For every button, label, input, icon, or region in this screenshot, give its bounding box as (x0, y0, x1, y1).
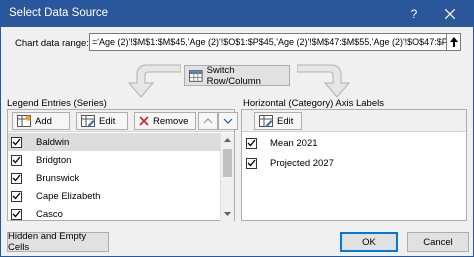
legend-scrollbar[interactable] (220, 133, 234, 221)
axis-labels-panel: Edit Mean 2021 Projected 2027 (241, 109, 467, 221)
edit-series-button[interactable]: Edit (76, 112, 128, 130)
series-checkbox[interactable] (11, 154, 22, 166)
scroll-down-button[interactable] (221, 207, 234, 221)
checkmark-icon (247, 159, 256, 167)
list-item[interactable]: Baldwin (8, 133, 234, 151)
remove-x-icon (139, 116, 149, 126)
edit-label: Edit (277, 115, 294, 127)
range-collapse-button[interactable] (447, 33, 461, 51)
left-curved-arrow-icon (127, 64, 181, 98)
select-data-source-dialog: Select Data Source ? Chart data range: =… (0, 0, 474, 257)
edit-table-icon (259, 115, 273, 127)
axis-label-text: Projected 2027 (270, 157, 334, 169)
title-bar: Select Data Source ? (1, 1, 473, 27)
checkmark-icon (12, 156, 21, 164)
series-label: Casco (36, 208, 63, 220)
add-series-button[interactable]: Add (12, 112, 70, 130)
checkmark-icon (12, 174, 21, 182)
checkmark-icon (12, 210, 21, 218)
move-down-button[interactable] (218, 112, 238, 130)
scroll-down-arrow-icon (224, 212, 231, 216)
collapse-arrow-icon (449, 37, 458, 47)
chart-data-range-label: Chart data range: (15, 38, 89, 49)
series-checkbox[interactable] (11, 208, 22, 220)
list-item[interactable]: Casco (8, 205, 234, 223)
axis-label-text: Mean 2021 (270, 137, 318, 149)
legend-toolbar: Add Edit Remove (8, 110, 238, 132)
list-item[interactable]: Cape Elizabeth (8, 187, 234, 205)
edit-axis-labels-button[interactable]: Edit (254, 112, 302, 130)
edit-table-icon (81, 115, 95, 127)
series-checkbox[interactable] (11, 136, 22, 148)
axis-labels-label: Horizontal (Category) Axis Labels (243, 98, 384, 109)
axis-labels-list: Mean 2021 Projected 2027 (242, 133, 466, 173)
checkmark-icon (247, 139, 256, 147)
chevron-down-icon (223, 118, 233, 124)
legend-entries-list: Baldwin Bridgton Brunswick Cape Elizabet… (8, 133, 234, 223)
dialog-title: Select Data Source (9, 7, 109, 19)
scrollbar-thumb[interactable] (223, 149, 232, 177)
cancel-button[interactable]: Cancel (407, 232, 469, 252)
remove-series-button[interactable]: Remove (134, 112, 196, 130)
move-up-button[interactable] (198, 112, 218, 130)
list-item[interactable]: Brunswick (8, 169, 234, 187)
switch-row-column-button[interactable]: Switch Row/Column (184, 64, 290, 87)
list-item[interactable]: Bridgton (8, 151, 234, 169)
scroll-up-arrow-icon (224, 138, 231, 142)
checkmark-icon (12, 192, 21, 200)
close-icon (445, 9, 455, 19)
series-label: Bridgton (36, 154, 72, 166)
series-label: Brunswick (36, 172, 80, 184)
series-checkbox[interactable] (11, 190, 22, 202)
legend-entries-label: Legend Entries (Series) (7, 98, 107, 109)
axis-toolbar: Edit (242, 110, 466, 132)
checkmark-icon (12, 138, 21, 146)
chart-data-range-input[interactable]: ='Age (2)'!$M$1:$M$45,'Age (2)'!$O$1:$P$… (89, 33, 447, 51)
ok-button[interactable]: OK (340, 232, 398, 252)
close-button[interactable] (437, 3, 463, 25)
scroll-up-button[interactable] (221, 133, 234, 147)
right-curved-arrow-icon (297, 64, 351, 98)
edit-label: Edit (99, 115, 116, 127)
switch-row-column-icon (189, 69, 203, 82)
legend-entries-panel: Add Edit Remove Baldwin Bridgton Brunswi… (7, 109, 238, 223)
hidden-empty-cells-button[interactable]: Hidden and Empty Cells (7, 231, 109, 253)
list-item[interactable]: Projected 2027 (242, 153, 466, 173)
help-button[interactable]: ? (405, 5, 423, 23)
series-label: Cape Elizabeth (36, 190, 101, 202)
series-label: Baldwin (36, 136, 70, 148)
series-checkbox[interactable] (11, 172, 22, 184)
remove-label: Remove (153, 115, 189, 127)
axis-label-checkbox[interactable] (246, 157, 257, 169)
add-label: Add (35, 115, 52, 127)
switch-row-column-label: Switch Row/Column (206, 64, 261, 87)
list-item[interactable]: Mean 2021 (242, 133, 466, 153)
chevron-up-icon (203, 118, 213, 124)
add-table-icon (17, 115, 31, 127)
axis-label-checkbox[interactable] (246, 137, 257, 149)
